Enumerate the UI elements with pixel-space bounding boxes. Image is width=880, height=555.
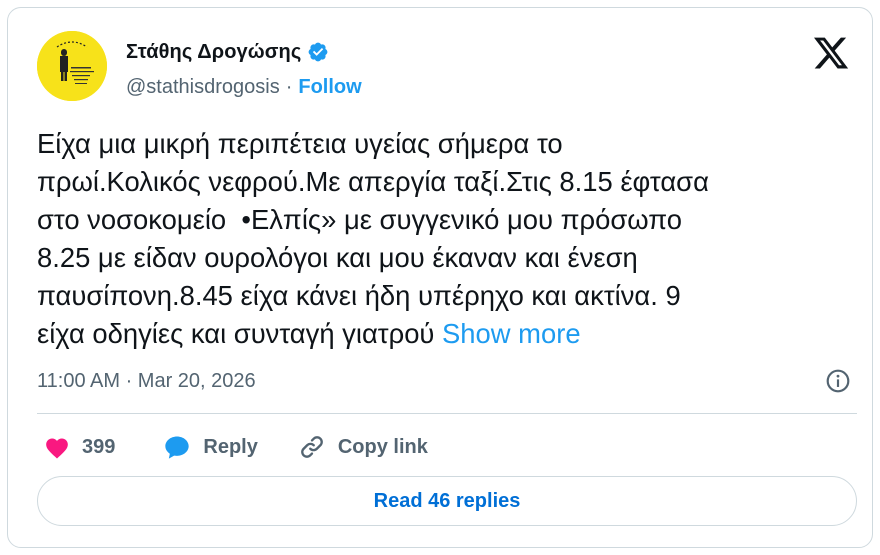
author-handle-row: @stathisdrogosis · Follow: [126, 74, 362, 100]
author-handle[interactable]: @stathisdrogosis: [126, 76, 280, 99]
author-name-row: Στάθης Δρογώσης: [126, 38, 329, 66]
tweet-text: Είχα μια μικρή περιπέτεια υγείας σήμερα …: [37, 125, 857, 353]
show-more-link[interactable]: Show more: [442, 318, 581, 349]
divider: [37, 413, 857, 414]
read-replies-button[interactable]: Read 46 replies: [37, 476, 857, 526]
tweet-line: παυσίπονη.8.45 είχα κάνει ήδη υπέρηχο κα…: [37, 280, 681, 311]
tweet-line: Είχα μια μικρή περιπέτεια υγείας σήμερα …: [37, 128, 563, 159]
follow-button[interactable]: Follow: [298, 76, 361, 99]
info-icon[interactable]: [825, 368, 851, 394]
heart-icon: [46, 438, 68, 459]
avatar[interactable]: [37, 31, 107, 101]
verified-badge-icon: [308, 42, 328, 62]
avatar-image: [37, 31, 107, 101]
tweet-line: στο νοσοκομείο •Ελπίς» με συγγενικό μου …: [37, 204, 682, 235]
like-button[interactable]: 399: [44, 435, 115, 459]
tweet-timestamp[interactable]: 11:00 AM · Mar 20, 2026: [37, 370, 256, 393]
tweet-card: Στάθης Δρογώσης @stathisdrogosis · Follo…: [7, 7, 873, 548]
link-icon: [300, 436, 323, 458]
reply-button[interactable]: Reply: [163, 434, 258, 460]
speech-bubble-icon: [165, 436, 190, 459]
tweet-line: 8.25 με είδαν ουρολόγοι και μου έκαναν κ…: [37, 242, 638, 273]
action-bar: 399 Reply Copy link: [44, 429, 428, 465]
like-count: 399: [82, 435, 116, 458]
author-display-name[interactable]: Στάθης Δρογώσης: [126, 41, 301, 64]
x-logo-icon[interactable]: [812, 34, 850, 72]
tweet-line-text: είχα οδηγίες και συνταγή γιατρού: [37, 318, 443, 349]
tweet-line: πρωί.Κολικός νεφρού.Με απεργία ταξί.Στις…: [37, 166, 709, 197]
tweet-line-last: είχα οδηγίες και συνταγή γιατρού Show mo…: [37, 315, 857, 353]
copy-link-label: Copy link: [337, 435, 428, 458]
copy-link-button[interactable]: Copy link: [298, 433, 428, 461]
reply-label: Reply: [203, 435, 258, 458]
separator-dot: ·: [285, 75, 293, 98]
